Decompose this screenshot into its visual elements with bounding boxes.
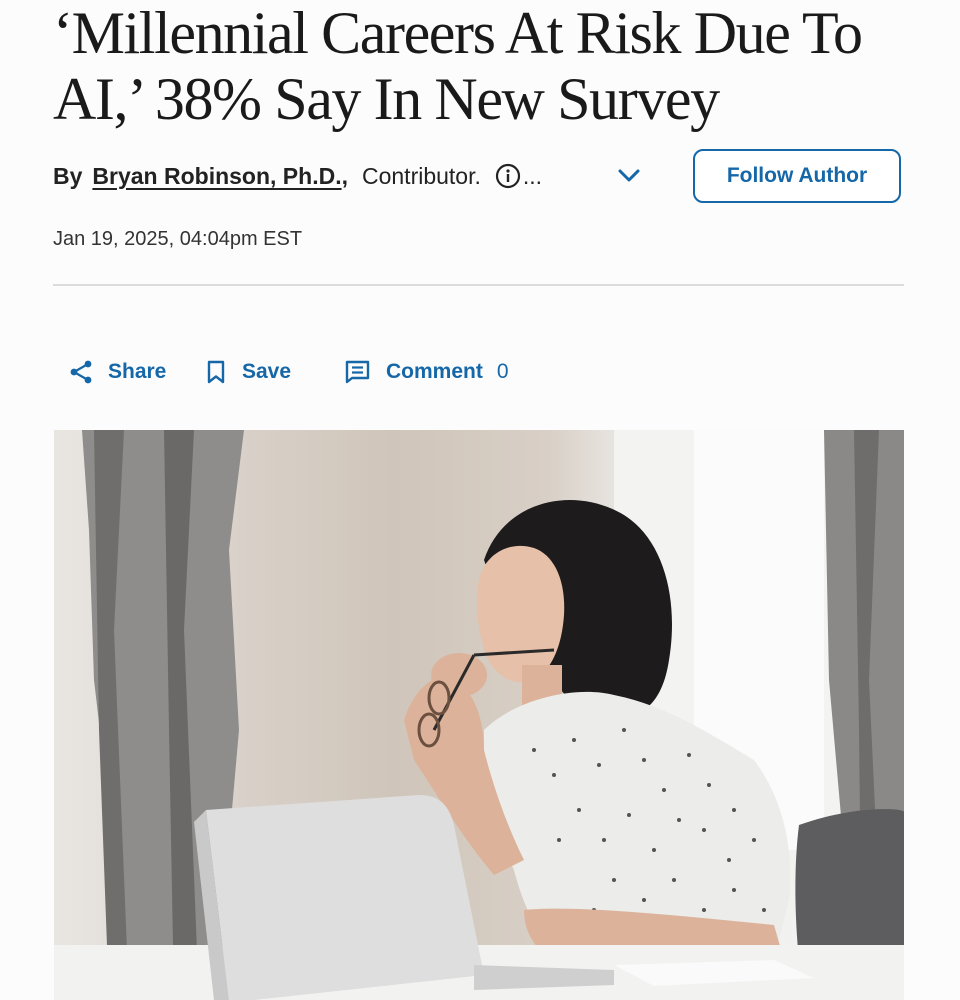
comment-label: Comment bbox=[386, 360, 483, 383]
info-icon[interactable] bbox=[495, 163, 521, 189]
article-hero-image bbox=[54, 430, 904, 1000]
bookmark-icon bbox=[204, 359, 228, 385]
author-role: Contributor. bbox=[361, 162, 481, 189]
divider bbox=[53, 284, 904, 286]
byline-comma: , bbox=[341, 162, 348, 189]
article-actions: Share Save Comment 0 bbox=[0, 354, 960, 390]
comment-icon bbox=[344, 359, 372, 385]
byline: By Bryan Robinson, Ph.D. , Contributor. … bbox=[53, 156, 542, 196]
publish-date: Jan 19, 2025, 04:04pm EST bbox=[53, 228, 303, 250]
author-link[interactable]: Bryan Robinson, Ph.D. bbox=[92, 163, 341, 190]
save-label: Save bbox=[242, 360, 292, 383]
share-icon bbox=[68, 359, 94, 385]
follow-author-button[interactable]: Follow Author bbox=[693, 149, 901, 203]
comment-count: 0 bbox=[496, 360, 509, 383]
share-label: Share bbox=[108, 360, 167, 383]
chevron-down-icon[interactable] bbox=[614, 164, 644, 188]
article-headline: ‘Millennial Careers At Risk Due To AI,’ … bbox=[53, 0, 863, 132]
share-button[interactable]: Share bbox=[68, 354, 166, 390]
save-button[interactable]: Save bbox=[204, 354, 291, 390]
byline-ellipsis: ... bbox=[522, 162, 543, 189]
byline-by-label: By bbox=[53, 162, 83, 189]
comment-button[interactable]: Comment 0 bbox=[344, 354, 509, 390]
